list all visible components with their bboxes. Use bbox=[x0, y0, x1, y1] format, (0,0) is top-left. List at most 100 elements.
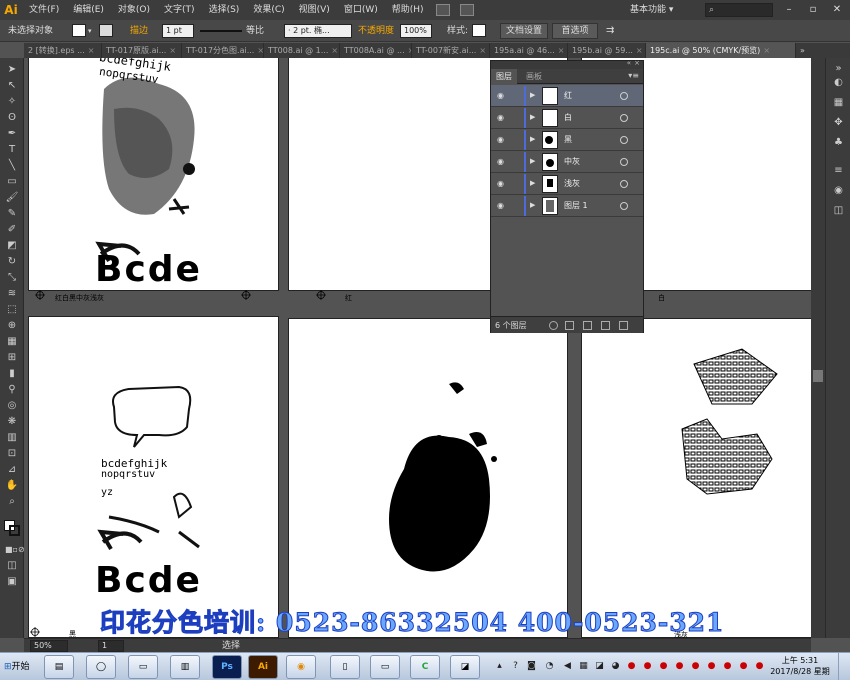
selection-tool-icon[interactable]: ➤ bbox=[5, 64, 19, 76]
qq-icon[interactable]: ● bbox=[658, 661, 669, 672]
paintbrush-tool-icon[interactable]: 🖌 bbox=[5, 192, 19, 204]
menu-edit[interactable]: 编辑(E) bbox=[66, 0, 111, 20]
drawing-mode-icon[interactable]: ◫ bbox=[5, 560, 19, 572]
workspace-switcher[interactable]: 基本功能 ▾ bbox=[630, 0, 673, 20]
close-icon[interactable]: × bbox=[636, 46, 643, 55]
opacity-field[interactable]: 100% bbox=[400, 24, 432, 38]
artboard-6[interactable]: 浅灰 bbox=[581, 318, 811, 638]
layer-name[interactable]: 浅灰 bbox=[564, 173, 580, 195]
menu-file[interactable]: 文件(F) bbox=[22, 0, 66, 20]
tray-app-icon[interactable]: ◙ bbox=[526, 661, 537, 672]
tab-document-5[interactable]: TT008A.ai @ ...× bbox=[340, 43, 412, 58]
maximize-button[interactable]: ▫ bbox=[804, 3, 822, 17]
menu-object[interactable]: 对象(O) bbox=[111, 0, 157, 20]
zoom-tool-icon[interactable]: ⌕ bbox=[5, 496, 19, 508]
tab-document-active[interactable]: 195c.ai @ 50% (CMYK/预览) × bbox=[646, 43, 796, 58]
layer-target-icon[interactable] bbox=[620, 158, 628, 166]
tab-layers[interactable]: 图层 bbox=[491, 69, 517, 84]
visibility-eye-icon[interactable]: ◉ bbox=[497, 201, 504, 210]
eyedropper-tool-icon[interactable]: ⚲ bbox=[5, 384, 19, 396]
stroke-weight-field[interactable]: 1 pt bbox=[162, 24, 194, 38]
layer-target-icon[interactable] bbox=[620, 136, 628, 144]
collapse-dock-icon[interactable]: » bbox=[832, 62, 845, 75]
rotate-tool-icon[interactable]: ↻ bbox=[5, 256, 19, 268]
direct-selection-tool-icon[interactable]: ↖ bbox=[5, 80, 19, 92]
artboard-1[interactable]: bcdefghijk nopqrstuv Bcded 红白黑中灰浅灰 bbox=[28, 58, 279, 302]
zoom-field[interactable]: 50% bbox=[30, 640, 68, 652]
tab-document-7[interactable]: 195a.ai @ 46... × bbox=[490, 43, 568, 58]
layer-row[interactable]: ◉ ▶ 黑 bbox=[491, 129, 643, 151]
scrollbar-thumb[interactable] bbox=[813, 370, 823, 382]
taskbar-illustrator-button[interactable]: Ai bbox=[248, 655, 278, 679]
tab-document-6[interactable]: TT-007新安.ai... × bbox=[412, 43, 490, 58]
tray-app-icon[interactable]: ◕ bbox=[610, 661, 621, 672]
help-icon[interactable]: ? bbox=[510, 661, 521, 672]
visibility-eye-icon[interactable]: ◉ bbox=[497, 113, 504, 122]
type-tool-icon[interactable]: T bbox=[5, 144, 19, 156]
qq-icon[interactable]: ● bbox=[642, 661, 653, 672]
search-input[interactable]: ⌕ bbox=[705, 3, 773, 17]
visibility-eye-icon[interactable]: ◉ bbox=[497, 157, 504, 166]
visibility-eye-icon[interactable]: ◉ bbox=[497, 135, 504, 144]
qq-icon[interactable]: ● bbox=[690, 661, 701, 672]
network-icon[interactable]: ▦ bbox=[578, 661, 589, 672]
brush-definition-field[interactable]: · 2 pt. 椭... bbox=[284, 24, 352, 38]
shape-builder-tool-icon[interactable]: ⊕ bbox=[5, 320, 19, 332]
system-clock[interactable]: 上午 5:31 2017/8/28 星期一 bbox=[770, 655, 830, 680]
gradient-tool-icon[interactable]: ▮ bbox=[5, 368, 19, 380]
stroke-panel-icon[interactable]: ≡ bbox=[832, 164, 845, 177]
layer-row[interactable]: ◉ ▶ 中灰 bbox=[491, 151, 643, 173]
tab-artboards[interactable]: 画板 bbox=[521, 69, 547, 84]
close-icon[interactable]: × bbox=[257, 46, 263, 55]
free-transform-tool-icon[interactable]: ⬚ bbox=[5, 304, 19, 316]
layer-name[interactable]: 白 bbox=[564, 107, 572, 129]
fill-swatch[interactable] bbox=[72, 24, 86, 37]
layer-row[interactable]: ◉ ▶ 白 bbox=[491, 107, 643, 129]
panel-title-bar[interactable]: « × bbox=[491, 59, 643, 69]
tab-document-2[interactable]: TT-017原版.ai... × bbox=[102, 43, 182, 58]
qq-icon[interactable]: ● bbox=[722, 661, 733, 672]
close-icon[interactable]: × bbox=[558, 46, 565, 55]
column-graph-tool-icon[interactable]: ▥ bbox=[5, 432, 19, 444]
swatches-panel-icon[interactable]: ▦ bbox=[832, 96, 845, 109]
visibility-eye-icon[interactable]: ◉ bbox=[497, 179, 504, 188]
layer-name[interactable]: 黑 bbox=[564, 129, 572, 151]
close-icon[interactable]: × bbox=[169, 46, 176, 55]
layer-name[interactable]: 中灰 bbox=[564, 151, 580, 173]
screen-mode-icon[interactable]: ▣ bbox=[5, 576, 19, 588]
close-icon[interactable]: × bbox=[331, 46, 338, 55]
qq-icon[interactable]: ● bbox=[754, 661, 765, 672]
line-tool-icon[interactable]: ╲ bbox=[5, 160, 19, 172]
menu-select[interactable]: 选择(S) bbox=[202, 0, 247, 20]
arrange-documents-icon[interactable] bbox=[459, 4, 474, 16]
taskbar-app-button[interactable]: ▤ bbox=[44, 655, 74, 679]
stroke-swatch[interactable] bbox=[99, 24, 113, 37]
new-sublayer-icon[interactable] bbox=[583, 321, 592, 330]
variable-width-profile[interactable]: 等比 bbox=[246, 24, 264, 38]
mesh-tool-icon[interactable]: ⊞ bbox=[5, 352, 19, 364]
artboard-tool-icon[interactable]: ⊡ bbox=[5, 448, 19, 460]
expand-triangle-icon[interactable]: ▶ bbox=[530, 201, 535, 209]
taskbar-app-button[interactable]: ◪ bbox=[450, 655, 480, 679]
preferences-button[interactable]: 首选项 bbox=[552, 23, 598, 39]
blob-brush-tool-icon[interactable]: ✐ bbox=[5, 224, 19, 236]
trash-icon[interactable] bbox=[619, 321, 628, 330]
taskbar-audio-button[interactable]: ◉ bbox=[286, 655, 316, 679]
symbol-sprayer-tool-icon[interactable]: ❋ bbox=[5, 416, 19, 428]
layer-name[interactable]: 红 bbox=[564, 85, 572, 107]
layer-row[interactable]: ◉ ▶ 图层 1 bbox=[491, 195, 643, 217]
taskbar-app-button[interactable]: ▭ bbox=[128, 655, 158, 679]
artboard-canvas[interactable]: bcdefghijk nopqrstuv Bcded 红白黑中灰浅灰 红 白 b… bbox=[24, 58, 811, 638]
tray-app-icon[interactable]: ◪ bbox=[594, 661, 605, 672]
visibility-eye-icon[interactable]: ◉ bbox=[497, 91, 504, 100]
expand-triangle-icon[interactable]: ▶ bbox=[530, 113, 535, 121]
qq-icon[interactable]: ● bbox=[674, 661, 685, 672]
eraser-tool-icon[interactable]: ◩ bbox=[5, 240, 19, 252]
menu-view[interactable]: 视图(V) bbox=[292, 0, 337, 20]
close-icon[interactable]: × bbox=[88, 46, 95, 55]
expand-triangle-icon[interactable]: ▶ bbox=[530, 91, 535, 99]
tab-document-8[interactable]: 195b.ai @ 59... × bbox=[568, 43, 646, 58]
menu-help[interactable]: 帮助(H) bbox=[385, 0, 431, 20]
align-icon[interactable]: ⇉ bbox=[606, 24, 614, 38]
slice-tool-icon[interactable]: ⊿ bbox=[5, 464, 19, 476]
